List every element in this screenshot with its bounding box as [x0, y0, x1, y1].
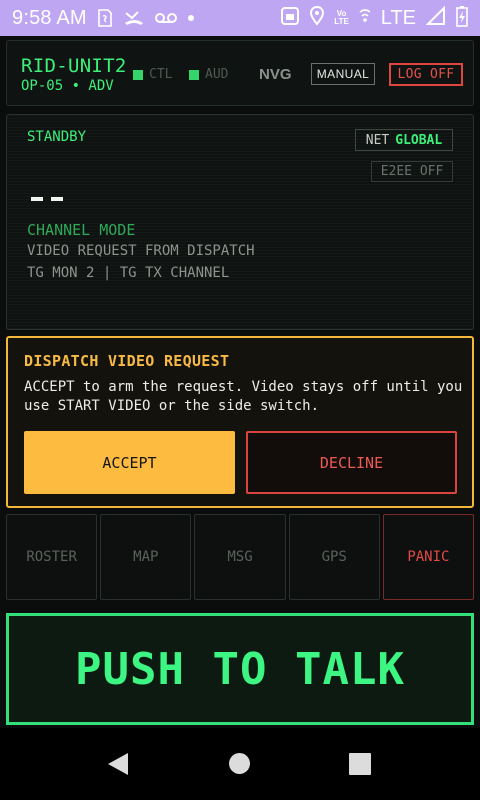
roster-button[interactable]: ROSTER: [6, 514, 98, 600]
ctl-indicator: CTL: [133, 67, 172, 82]
net-badge: NET GLOBAL: [355, 129, 453, 151]
net-key: NET: [365, 132, 390, 148]
notification-dot-icon: [187, 14, 195, 22]
channel-mode-label: CHANNEL MODE: [27, 221, 136, 239]
status-bar: 9:58 AM Vo LTE LTE: [0, 0, 480, 36]
volte-bottom-label: LTE: [334, 17, 349, 26]
status-time: 9:58 AM: [12, 6, 87, 29]
accept-button[interactable]: ACCEPT: [24, 431, 235, 494]
volte-icon: Vo LTE: [334, 10, 349, 26]
ctl-label: CTL: [149, 67, 173, 82]
signal-icon: [425, 5, 446, 31]
talker-placeholder: [31, 197, 63, 201]
voicemail-icon: [154, 11, 177, 25]
location-icon: [310, 5, 325, 31]
home-icon[interactable]: [229, 753, 250, 774]
status-line-2: TG MON 2 | TG TX CHANNEL: [27, 265, 230, 281]
ctl-status-icon: [133, 69, 143, 80]
unit-name: RID-UNIT2: [21, 55, 127, 77]
call-state: STANDBY: [27, 129, 87, 145]
status-panel: STANDBY NET GLOBAL E2EE OFF CHANNEL MODE…: [6, 114, 474, 330]
net-value: GLOBAL: [395, 132, 443, 148]
unit-header: RID-UNIT2 OP-05 • ADV CTL AUD NVG MANUAL…: [6, 40, 474, 106]
dispatch-request-card: DISPATCH VIDEO REQUEST ACCEPT to arm the…: [6, 336, 474, 508]
manual-button[interactable]: MANUAL: [311, 63, 375, 85]
aud-status-icon: [189, 69, 199, 80]
dispatch-body: ACCEPT to arm the request. Video stays o…: [24, 379, 463, 414]
network-type: LTE: [380, 6, 416, 29]
push-to-talk-button[interactable]: PUSH TO TALK: [6, 613, 474, 725]
recents-icon[interactable]: [349, 753, 371, 775]
wifi-calling-icon: [359, 8, 371, 29]
unit-subtitle: OP-05 • ADV: [21, 78, 114, 94]
msg-button[interactable]: MSG: [194, 514, 286, 600]
sim-icon: [97, 9, 113, 27]
system-nav-bar: [0, 728, 480, 800]
screenshot-icon: [280, 6, 300, 31]
back-icon[interactable]: [107, 752, 129, 780]
aud-indicator: AUD: [189, 67, 228, 82]
decline-button[interactable]: DECLINE: [246, 431, 457, 494]
log-off-button[interactable]: LOG OFF: [389, 63, 463, 86]
quick-actions: ROSTER MAP MSG GPS PANIC: [6, 514, 475, 600]
gps-button[interactable]: GPS: [288, 514, 380, 600]
status-line-1: VIDEO REQUEST FROM DISPATCH: [27, 243, 255, 259]
panic-button[interactable]: PANIC: [382, 514, 475, 600]
missed-call-icon: [123, 9, 145, 27]
nvg-toggle[interactable]: NVG: [259, 66, 292, 83]
aud-label: AUD: [205, 67, 229, 82]
dash-mark: [51, 197, 63, 201]
map-button[interactable]: MAP: [100, 514, 192, 600]
dash-mark: [31, 197, 43, 201]
dispatch-title: DISPATCH VIDEO REQUEST: [24, 352, 230, 370]
e2ee-badge: E2EE OFF: [371, 161, 453, 182]
battery-charging-icon: [456, 5, 468, 32]
